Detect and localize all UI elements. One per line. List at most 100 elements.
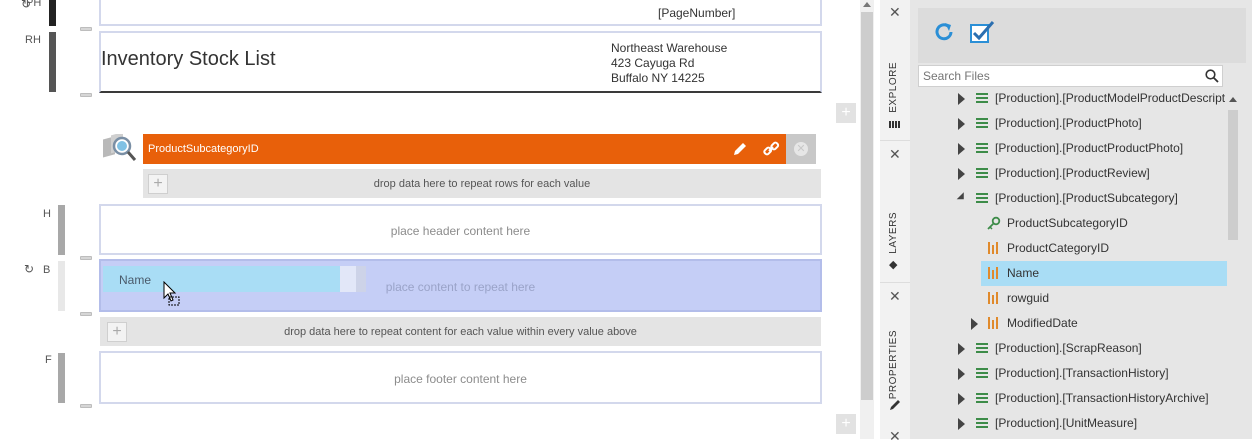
canvas-scrollbar[interactable] [860, 0, 874, 439]
tree-item-label: [Production].[ProductProductPhoto] [995, 141, 1184, 155]
body-section[interactable]: place content to repeat here Name [99, 259, 822, 312]
expand-arrow-icon[interactable] [958, 368, 965, 380]
tree-item-table[interactable]: [Production].[ScrapReason] [918, 336, 1228, 361]
search-box[interactable] [918, 65, 1223, 87]
drop-nested-text: drop data here to repeat content for eac… [284, 326, 637, 338]
tab-properties[interactable]: PROPERTIES [888, 330, 899, 399]
column-icon [988, 267, 1000, 279]
expand-arrow-icon[interactable] [958, 168, 965, 180]
field-resize-edge[interactable] [356, 266, 366, 292]
report-title[interactable]: Inventory Stock List [101, 48, 276, 71]
expand-arrow-icon[interactable] [958, 393, 965, 405]
band-resize-handle[interactable] [80, 312, 92, 316]
scroll-up-arrow-icon[interactable] [863, 2, 871, 7]
tree-item-label: [Production].[ProductPhoto] [995, 116, 1142, 130]
expand-arrow-icon[interactable] [958, 143, 965, 155]
table-icon [976, 418, 988, 428]
band-resize-handle[interactable] [80, 27, 92, 31]
expand-arrow-icon[interactable] [971, 318, 978, 330]
address-block[interactable]: Northeast Warehouse 423 Cayuga Rd Buffal… [611, 41, 727, 86]
add-section-button[interactable]: + [836, 103, 856, 123]
tree-item-table[interactable]: [Production].[UnitMeasure] [918, 411, 1228, 436]
close-layers-icon[interactable]: ✕ [889, 146, 901, 163]
band-bar-page-header[interactable] [49, 0, 56, 26]
search-input[interactable] [923, 68, 1193, 84]
band-label-footer: F [45, 354, 52, 366]
close-properties-icon[interactable]: ✕ [889, 288, 901, 305]
field-resize-handle[interactable] [340, 266, 356, 292]
explore-panel: ✕ EXPLORE ✕ LAYERS ◆ ✕ PROPERTIES ✕ Sear… [880, 0, 1252, 444]
tab-layers[interactable]: LAYERS [888, 212, 899, 254]
scroll-up-arrow-icon[interactable] [1229, 97, 1237, 102]
drop-rows-text: drop data here to repeat rows for each v… [373, 178, 591, 190]
tree-item-table[interactable]: [Production].[ProductModelProductDescrip… [918, 86, 1228, 111]
tree-item-label: [Production].[ProductReview] [995, 166, 1150, 180]
tree-item-label: [Production].[ProductModelProductDescrip… [995, 91, 1226, 105]
drop-nested-zone[interactable]: + drop data here to repeat content for e… [100, 317, 821, 346]
tree-item-label: rowguid [1007, 291, 1050, 305]
table-icon [976, 168, 988, 178]
table-icon [976, 393, 988, 403]
scrollbar-thumb[interactable] [861, 12, 873, 400]
band-bar-body[interactable] [58, 261, 65, 311]
band-bar-header[interactable] [58, 205, 65, 255]
band-bar-footer[interactable] [58, 353, 65, 403]
tree-item-column[interactable]: ProductCategoryID [918, 236, 1228, 261]
header-section[interactable]: place header content here [99, 204, 822, 255]
expand-arrow-icon[interactable] [958, 118, 965, 130]
table-icon [976, 193, 988, 203]
scrollbar-thumb[interactable] [1228, 110, 1238, 240]
checkbox-select-icon[interactable] [969, 20, 995, 44]
column-icon [988, 292, 1000, 304]
tree-item-column-selected[interactable]: Name [981, 261, 1227, 286]
band-resize-handle[interactable] [80, 404, 92, 408]
edit-pencil-icon[interactable] [732, 141, 748, 157]
report-header-section[interactable]: Inventory Stock List Northeast Warehouse… [99, 31, 822, 93]
band-bar-report-header[interactable] [49, 32, 56, 92]
table-icon [976, 143, 988, 153]
tree-item-label: ModifiedDate [1007, 316, 1078, 330]
band-resize-handle[interactable] [80, 256, 92, 260]
tree-item-column[interactable]: ModifiedDate [918, 311, 1228, 336]
remove-group-button[interactable]: ✕ [786, 134, 816, 164]
drop-rows-zone[interactable]: + drop data here to repeat rows for each… [143, 169, 821, 198]
address-line: Buffalo NY 14225 [611, 71, 705, 85]
close-bottom-icon[interactable]: ✕ [889, 428, 901, 445]
properties-pencil-icon [889, 398, 901, 410]
page-number-field[interactable]: [PageNumber] [658, 6, 735, 20]
tree-item-label: ProductSubcategoryID [1007, 216, 1128, 230]
expand-arrow-icon[interactable] [958, 418, 965, 430]
refresh-icon[interactable] [932, 20, 956, 44]
address-line: Northeast Warehouse [611, 41, 728, 55]
tree-item-table[interactable]: [Production].[TransactionHistory] [918, 361, 1228, 386]
tree-item-table[interactable]: [Production].[ProductReview] [918, 161, 1228, 186]
expand-arrow-icon[interactable] [958, 343, 965, 355]
name-field-box[interactable]: Name [103, 266, 340, 292]
page-header-section[interactable]: [PageNumber] [99, 0, 822, 26]
band-resize-handle[interactable] [80, 93, 92, 97]
column-icon [988, 317, 1000, 329]
tree-item-table-expanded[interactable]: [Production].[ProductSubcategory] [918, 186, 1228, 211]
group-field-bar[interactable]: ProductSubcategoryID [143, 134, 786, 164]
close-explore-icon[interactable]: ✕ [889, 4, 901, 21]
expand-arrow-icon[interactable] [958, 93, 965, 105]
tree-item-table[interactable]: [Production].[ProductPhoto] [918, 111, 1228, 136]
band-label-header: H [43, 208, 51, 220]
add-section-button[interactable]: + [836, 414, 856, 434]
tab-separator [880, 282, 910, 283]
file-tree[interactable]: [Production].[ProductModelProductDescrip… [918, 86, 1228, 439]
tree-item-column[interactable]: rowguid [918, 286, 1228, 311]
tree-scrollbar[interactable] [1227, 90, 1239, 439]
footer-section[interactable]: place footer content here [99, 351, 822, 404]
close-circle-icon: ✕ [794, 142, 808, 156]
band-label-body: B [43, 264, 51, 276]
tree-item-table[interactable]: [Production].[TransactionHistoryArchive] [918, 386, 1228, 411]
search-icon[interactable] [1205, 69, 1219, 83]
tree-item-table[interactable]: [Production].[ProductProductPhoto] [918, 136, 1228, 161]
collapse-arrow-icon[interactable] [956, 192, 968, 203]
tab-explore[interactable]: EXPLORE [888, 62, 899, 113]
address-line: 423 Cayuga Rd [611, 56, 695, 70]
tree-item-key-column[interactable]: ProductSubcategoryID [918, 211, 1228, 236]
link-icon[interactable] [762, 140, 780, 158]
side-tab-strip: ✕ EXPLORE ✕ LAYERS ◆ ✕ PROPERTIES ✕ [880, 0, 910, 444]
